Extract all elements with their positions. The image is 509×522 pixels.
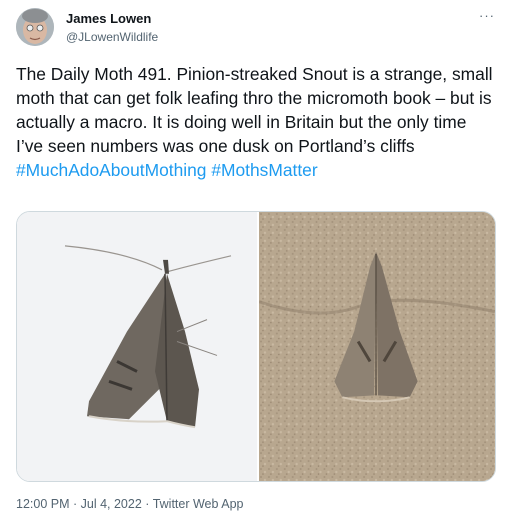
hashtag-link[interactable]: #MothsMatter xyxy=(211,160,317,180)
avatar[interactable] xyxy=(16,8,54,46)
more-horizontal-icon[interactable]: ··· xyxy=(479,8,495,23)
tweet-source: Twitter Web App xyxy=(152,497,244,511)
moth-photo-white-background[interactable] xyxy=(17,212,259,481)
tweet-body: The Daily Moth 491. Pinion-streaked Snou… xyxy=(16,64,493,156)
meta-separator: · xyxy=(141,497,153,511)
hashtags: #MuchAdoAboutMothing #MothsMatter xyxy=(16,158,496,182)
meta-separator: · xyxy=(69,497,81,511)
tweet-date[interactable]: Jul 4, 2022 xyxy=(81,497,142,511)
author-name[interactable]: James Lowen xyxy=(66,11,151,26)
tweet-text: The Daily Moth 491. Pinion-streaked Snou… xyxy=(16,62,496,182)
media-grid xyxy=(16,211,496,482)
tweet-meta: 12:00 PM · Jul 4, 2022 · Twitter Web App xyxy=(16,497,243,511)
author-handle[interactable]: @JLowenWildlife xyxy=(66,30,158,44)
moth-photo-stone-background[interactable] xyxy=(259,212,495,481)
tweet-time[interactable]: 12:00 PM xyxy=(16,497,70,511)
hashtag-link[interactable]: #MuchAdoAboutMothing xyxy=(16,160,206,180)
